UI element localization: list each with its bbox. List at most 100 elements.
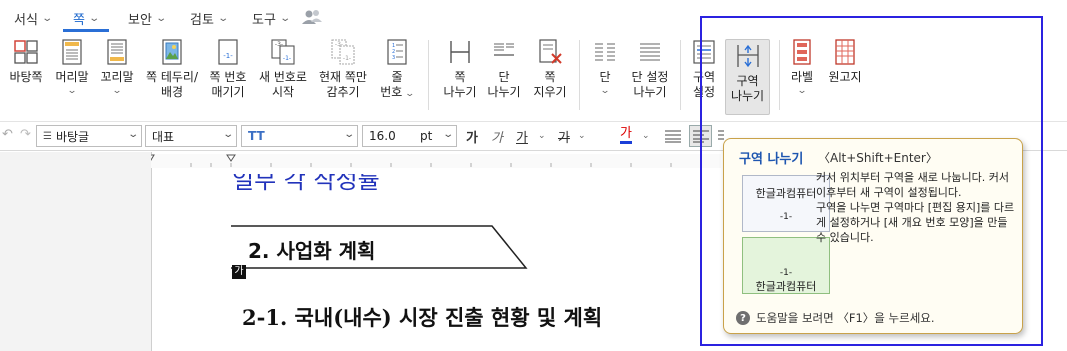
button-label: 배경 (160, 85, 184, 99)
button-label: 나누기 (487, 85, 521, 99)
subheading: 2-1. 국내(내수) 시장 진출 현황 및 계획 (242, 305, 603, 330)
page-background-icon (14, 40, 38, 64)
chevron-down-icon: ⌄ (111, 86, 123, 96)
button-label: 시작 (271, 85, 295, 99)
footer-button[interactable]: 꼬리말 ⌄ (97, 38, 137, 99)
chevron-down-icon: ⌄ (126, 129, 139, 140)
underline-button[interactable]: 가 (516, 127, 528, 146)
svg-text:-1-: -1- (223, 52, 233, 60)
chevron-down-icon: ⌄ (217, 12, 229, 24)
undo-icon[interactable]: ↶ (2, 127, 13, 142)
menu-tab-review[interactable]: 검토 ⌄ (190, 7, 229, 29)
button-label: 머리말 (55, 70, 89, 84)
font-language-select[interactable]: 대표 ⌄ (145, 125, 237, 147)
chevron-down-icon: ⌄ (404, 89, 416, 99)
chevron-down-icon[interactable]: ⌄ (578, 131, 586, 141)
menu-tab-page[interactable]: 쪽 ⌄ (73, 7, 101, 29)
chevron-down-icon: ⌄ (599, 86, 611, 96)
button-label: 꼬리말 (100, 70, 134, 84)
hide-page-icon: -3- -1- (331, 39, 355, 65)
page-break-button[interactable]: 쪽 나누기 (440, 38, 480, 100)
bold-button[interactable]: 가 (466, 127, 478, 146)
header-icon (62, 39, 82, 65)
column-break-button[interactable]: 단 나누기 (484, 38, 524, 100)
help-icon: ? (736, 311, 750, 325)
delete-page-button[interactable]: 쪽 지우기 (529, 38, 571, 100)
menu-tab-label: 도구 (252, 12, 276, 28)
page-background-button[interactable]: 바탕쪽 (6, 38, 46, 85)
ribbon-separator (579, 40, 580, 110)
chevron-down-icon: ⌄ (279, 12, 291, 24)
font-size-unit: pt (420, 129, 433, 143)
strikethrough-button[interactable]: 가 (558, 127, 570, 146)
font-size-input[interactable]: 16.0 pt ⌄ (362, 125, 457, 147)
column-settings-button[interactable]: 단 설정 나누기 (628, 38, 672, 100)
tooltip-desc-1: 커서 위치부터 구역을 새로 나눕니다. 커서 이후부터 새 구역이 설정됩니다… (816, 171, 1010, 199)
button-label: 번호 (380, 85, 403, 99)
truetype-icon: TT (248, 129, 265, 143)
button-label: 새 번호로 (259, 70, 307, 84)
tooltip-help: ? 도움말을 보려면 〈F1〉을 누르세요. (736, 310, 935, 326)
button-label: 현재 쪽만 (319, 70, 367, 84)
line-number-button[interactable]: 1 2 3 줄 번호 ⌄ (377, 38, 417, 102)
button-label: 쪽 (544, 70, 556, 84)
chevron-down-icon: ⌄ (342, 129, 355, 140)
cursor-mark: 가 (232, 265, 246, 279)
top-heading: 일부 각 작성률 (232, 174, 380, 192)
heading-top-clip: 일부 각 작성률 (232, 174, 532, 192)
chevron-down-icon: ⌄ (88, 12, 101, 24)
new-number-button[interactable]: -3- -1- 새 번호로 시작 (255, 38, 311, 100)
menu-tab-label: 쪽 (73, 12, 85, 28)
chevron-down-icon: ⌄ (155, 12, 167, 24)
page-number-icon: -1- (218, 39, 238, 65)
section-title: 2. 사업화 계획 (248, 239, 376, 263)
button-label: 쪽 테두리/ (145, 70, 199, 84)
tooltip-title: 구역 나누기 (739, 152, 804, 167)
ruler[interactable] (151, 154, 721, 168)
page-number-button[interactable]: -1- 쪽 번호 매기기 (206, 38, 250, 100)
column-button[interactable]: 단 ⌄ (588, 38, 622, 99)
footer-icon (107, 39, 127, 65)
line-number-icon: 1 2 3 (387, 39, 407, 65)
button-label: 지우기 (533, 85, 567, 99)
svg-text:-1-: -1- (283, 55, 291, 62)
header-button[interactable]: 머리말 ⌄ (52, 38, 92, 99)
button-label: 바탕쪽 (9, 70, 43, 84)
chevron-down-icon[interactable]: ⌄ (538, 131, 546, 141)
chevron-down-icon: ⌄ (221, 129, 234, 140)
font-name-select[interactable]: TT ⌄ (241, 125, 358, 147)
menu-tab-security[interactable]: 보안 ⌄ (128, 7, 167, 29)
button-label: 단 (599, 70, 611, 84)
page-break-icon (450, 41, 470, 63)
help-text: 도움말을 보려면 〈F1〉을 누르세요. (756, 311, 935, 325)
menu-tab-format[interactable]: 서식 ⌄ (14, 7, 53, 29)
tooltip-desc-2: 구역을 나누면 구역마다 [편집 용지]를 다르게 설정하거나 [새 개요 번호… (816, 201, 1015, 244)
chevron-down-icon: ⌄ (441, 129, 454, 140)
style-select[interactable]: ☰ 바탕글 ⌄ (36, 125, 142, 147)
svg-text:-3-: -3- (335, 41, 343, 48)
button-label: 나누기 (633, 85, 667, 99)
redo-icon[interactable]: ↷ (20, 127, 31, 142)
menu-tab-tools[interactable]: 도구 ⌄ (252, 7, 291, 29)
button-label: 단 설정 (631, 70, 669, 84)
chevron-down-icon[interactable]: ⌄ (642, 131, 650, 141)
menu-tab-label: 검토 (190, 12, 214, 28)
users-icon[interactable] (301, 9, 323, 25)
column-break-icon (494, 43, 514, 56)
new-number-icon: -3- -1- (271, 39, 295, 65)
preview-page-number: -1- (779, 268, 793, 278)
page-border-icon (162, 39, 182, 65)
button-label: 쪽 (454, 70, 466, 84)
page-border-button[interactable]: 쪽 테두리/ 배경 (142, 38, 202, 100)
tooltip-preview-after: -1- 한글과컴퓨터 (742, 237, 830, 294)
font-color-button[interactable]: 가 (620, 127, 632, 144)
font-size-value: 16.0 (369, 129, 396, 143)
svg-text:3: 3 (392, 55, 395, 61)
justify-icon[interactable] (665, 130, 681, 143)
button-label: 쪽 번호 (209, 70, 247, 84)
hide-current-page-button[interactable]: -3- -1- 현재 쪽만 감추기 (314, 38, 372, 100)
column-settings-icon (640, 43, 660, 61)
font-language-value: 대표 (152, 129, 175, 144)
svg-text:-1-: -1- (343, 55, 351, 62)
italic-button[interactable]: 가 (491, 127, 503, 146)
